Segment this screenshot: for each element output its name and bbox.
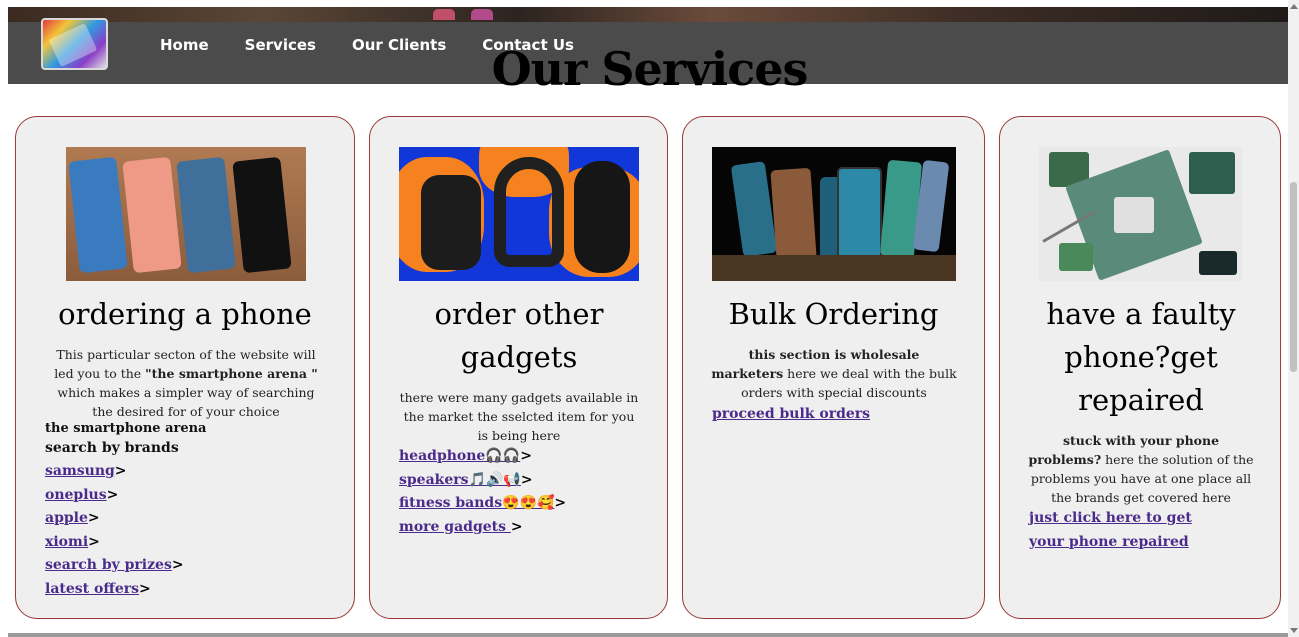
card-subheading: the smartphone arena xyxy=(45,421,207,436)
arrow-text: > xyxy=(138,580,151,597)
arrow-text: > xyxy=(88,533,100,550)
scroll-up-icon[interactable] xyxy=(1290,4,1298,9)
page-title: Our Services xyxy=(491,42,809,96)
page-scrollbar[interactable] xyxy=(1288,0,1299,637)
link-fitness-bands[interactable]: fitness bands😍😍🥰 xyxy=(399,495,554,511)
link-more-gadgets[interactable]: more gadgets xyxy=(399,519,511,535)
arrow-text: > xyxy=(87,510,100,526)
scrollbar-thumb[interactable] xyxy=(1290,182,1297,372)
scroll-down-icon[interactable] xyxy=(1290,628,1298,633)
card-title: ordering a phone xyxy=(58,297,312,331)
link-samsung[interactable]: samsung xyxy=(45,463,115,479)
arrow-text: > xyxy=(106,486,119,503)
arrow-text: > xyxy=(510,518,523,535)
card-title: have a faulty phone?get repaired xyxy=(1046,297,1236,417)
service-card-bulk-ordering: Bulk Ordering this section is wholesale … xyxy=(682,116,985,619)
card-title: order other gadgets xyxy=(434,297,604,374)
link-latest-offers[interactable]: latest offers xyxy=(45,581,139,597)
card-description: stuck with your phone problems? here the… xyxy=(1028,433,1254,505)
link-speakers[interactable]: speakers🎵🔊📢 xyxy=(399,472,521,488)
card-subheading: search by brands xyxy=(45,440,179,456)
arrow-text: > xyxy=(171,557,184,573)
header-photo-strip xyxy=(8,7,1288,22)
card-description: there were many gadgets available in the… xyxy=(399,390,639,443)
phones-image xyxy=(66,147,306,281)
link-headphone[interactable]: headphone🎧🎧 xyxy=(399,448,520,464)
arrow-text: > xyxy=(554,495,567,511)
link-proceed-bulk-orders[interactable]: proceed bulk orders xyxy=(712,406,870,422)
arrow-text: > xyxy=(520,471,533,488)
link-xiomi[interactable]: xiomi xyxy=(45,534,88,550)
gadgets-image xyxy=(399,147,639,281)
arrow-text: > xyxy=(114,463,127,479)
service-card-other-gadgets: order other gadgets there were many gadg… xyxy=(369,116,668,619)
service-card-ordering-phone: ordering a phone This particular secton … xyxy=(15,116,355,619)
card-title: Bulk Ordering xyxy=(728,297,939,331)
link-oneplus[interactable]: oneplus xyxy=(45,487,107,503)
repair-image xyxy=(1039,147,1242,281)
card-description: this section is wholesale marketers here… xyxy=(711,347,957,400)
bulk-phones-image xyxy=(712,147,956,281)
link-apple[interactable]: apple xyxy=(45,510,88,526)
footer-strip xyxy=(8,633,1288,637)
link-get-phone-repaired[interactable]: just click here to get your phone repair… xyxy=(1029,510,1192,550)
service-card-repair: have a faulty phone?get repaired stuck w… xyxy=(999,116,1281,619)
link-search-by-prizes[interactable]: search by prizes xyxy=(45,557,172,573)
arrow-text: > xyxy=(520,448,532,464)
card-description: This particular secton of the website wi… xyxy=(54,347,318,419)
